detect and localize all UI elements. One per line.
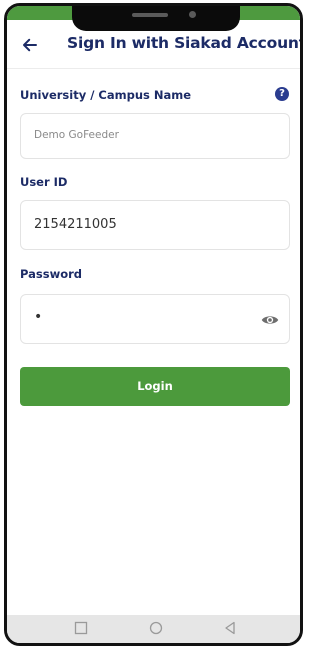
- phone-device: Sign In with Siakad Account University /…: [0, 0, 305, 648]
- password-label: Password: [20, 267, 82, 281]
- speaker-grille: [132, 13, 168, 17]
- user-id-label: User ID: [20, 175, 68, 189]
- phone-notch: [72, 6, 240, 31]
- phone-screen: Sign In with Siakad Account University /…: [4, 3, 303, 646]
- system-nav-bar: [7, 615, 300, 643]
- user-id-input[interactable]: 2154211005: [20, 200, 290, 250]
- page-title: Sign In with Siakad Account: [67, 34, 303, 52]
- help-icon[interactable]: ?: [275, 87, 289, 101]
- user-id-value: 2154211005: [34, 217, 117, 232]
- university-placeholder: Demo GoFeeder: [34, 129, 119, 141]
- front-camera: [189, 11, 196, 18]
- university-label: University / Campus Name: [20, 88, 192, 102]
- app-header: Sign In with Siakad Account: [7, 30, 300, 60]
- square-icon[interactable]: [74, 621, 88, 635]
- eye-icon[interactable]: [261, 313, 279, 327]
- header-divider: [7, 68, 300, 69]
- triangle-icon[interactable]: [223, 621, 237, 635]
- password-input[interactable]: •: [20, 294, 290, 344]
- circle-icon[interactable]: [149, 621, 163, 635]
- password-value: •: [34, 309, 43, 325]
- university-input[interactable]: Demo GoFeeder: [20, 113, 290, 159]
- login-button[interactable]: Login: [20, 367, 290, 406]
- arrow-left-icon[interactable]: [21, 36, 39, 54]
